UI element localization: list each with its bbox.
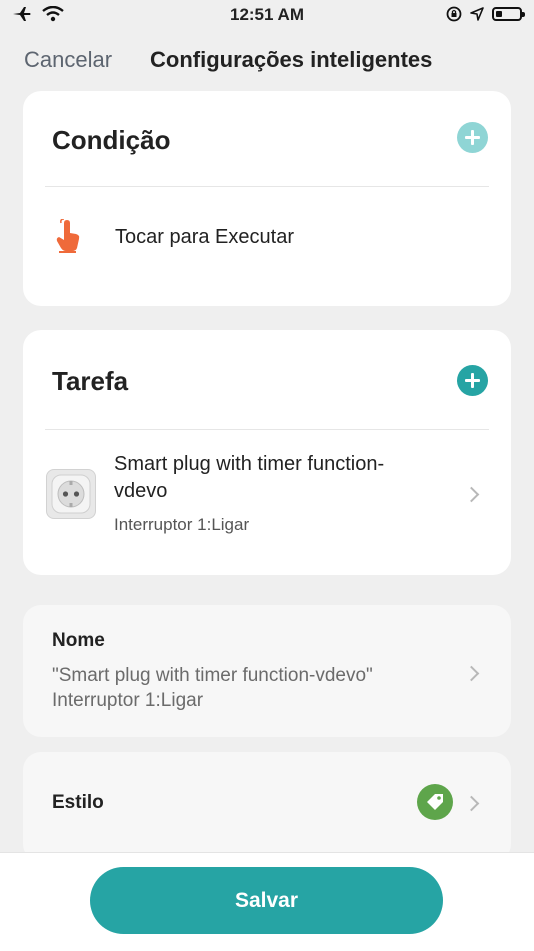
tap-to-run-item[interactable]: Tocar para Executar (115, 226, 294, 249)
name-row[interactable]: Nome "Smart plug with timer function-vde… (23, 605, 511, 737)
name-label: Nome (52, 630, 105, 651)
status-bar: 12:51 AM (0, 0, 534, 32)
style-row[interactable]: Estilo (23, 752, 511, 862)
name-chevron-right-icon[interactable] (463, 665, 480, 682)
task-card: Tarefa Smart plug with timer function-vd… (23, 330, 511, 575)
smart-plug-icon (46, 469, 96, 519)
tag-icon (417, 784, 453, 820)
orientation-lock-icon (446, 6, 462, 22)
task-heading: Tarefa (52, 366, 129, 396)
page-title: Configurações inteligentes (150, 47, 433, 72)
add-condition-icon[interactable] (457, 122, 488, 153)
condition-heading: Condição (52, 125, 171, 155)
name-value: "Smart plug with timer function-vdevo" I… (52, 665, 373, 711)
condition-divider (45, 186, 489, 187)
status-right (446, 6, 525, 22)
task-divider (45, 429, 489, 430)
add-task-icon[interactable] (457, 365, 488, 396)
style-chevron-right-icon[interactable] (463, 795, 480, 812)
footer-bar: Salvar (0, 852, 534, 951)
location-icon (470, 7, 484, 21)
task-chevron-right-icon[interactable] (463, 486, 480, 503)
device-name[interactable]: Smart plug with timer function-vdevo (114, 451, 434, 505)
battery-level (496, 11, 502, 17)
device-action: Interruptor 1:Ligar (114, 515, 250, 534)
save-button[interactable]: Salvar (90, 867, 443, 934)
tap-hand-icon (56, 219, 80, 253)
nav-header: Cancelar Configurações inteligentes (0, 40, 534, 84)
cancel-button[interactable]: Cancelar (24, 47, 112, 73)
battery-icon (492, 7, 525, 21)
condition-card: Condição Tocar para Executar (23, 91, 511, 306)
style-label: Estilo (52, 792, 104, 813)
